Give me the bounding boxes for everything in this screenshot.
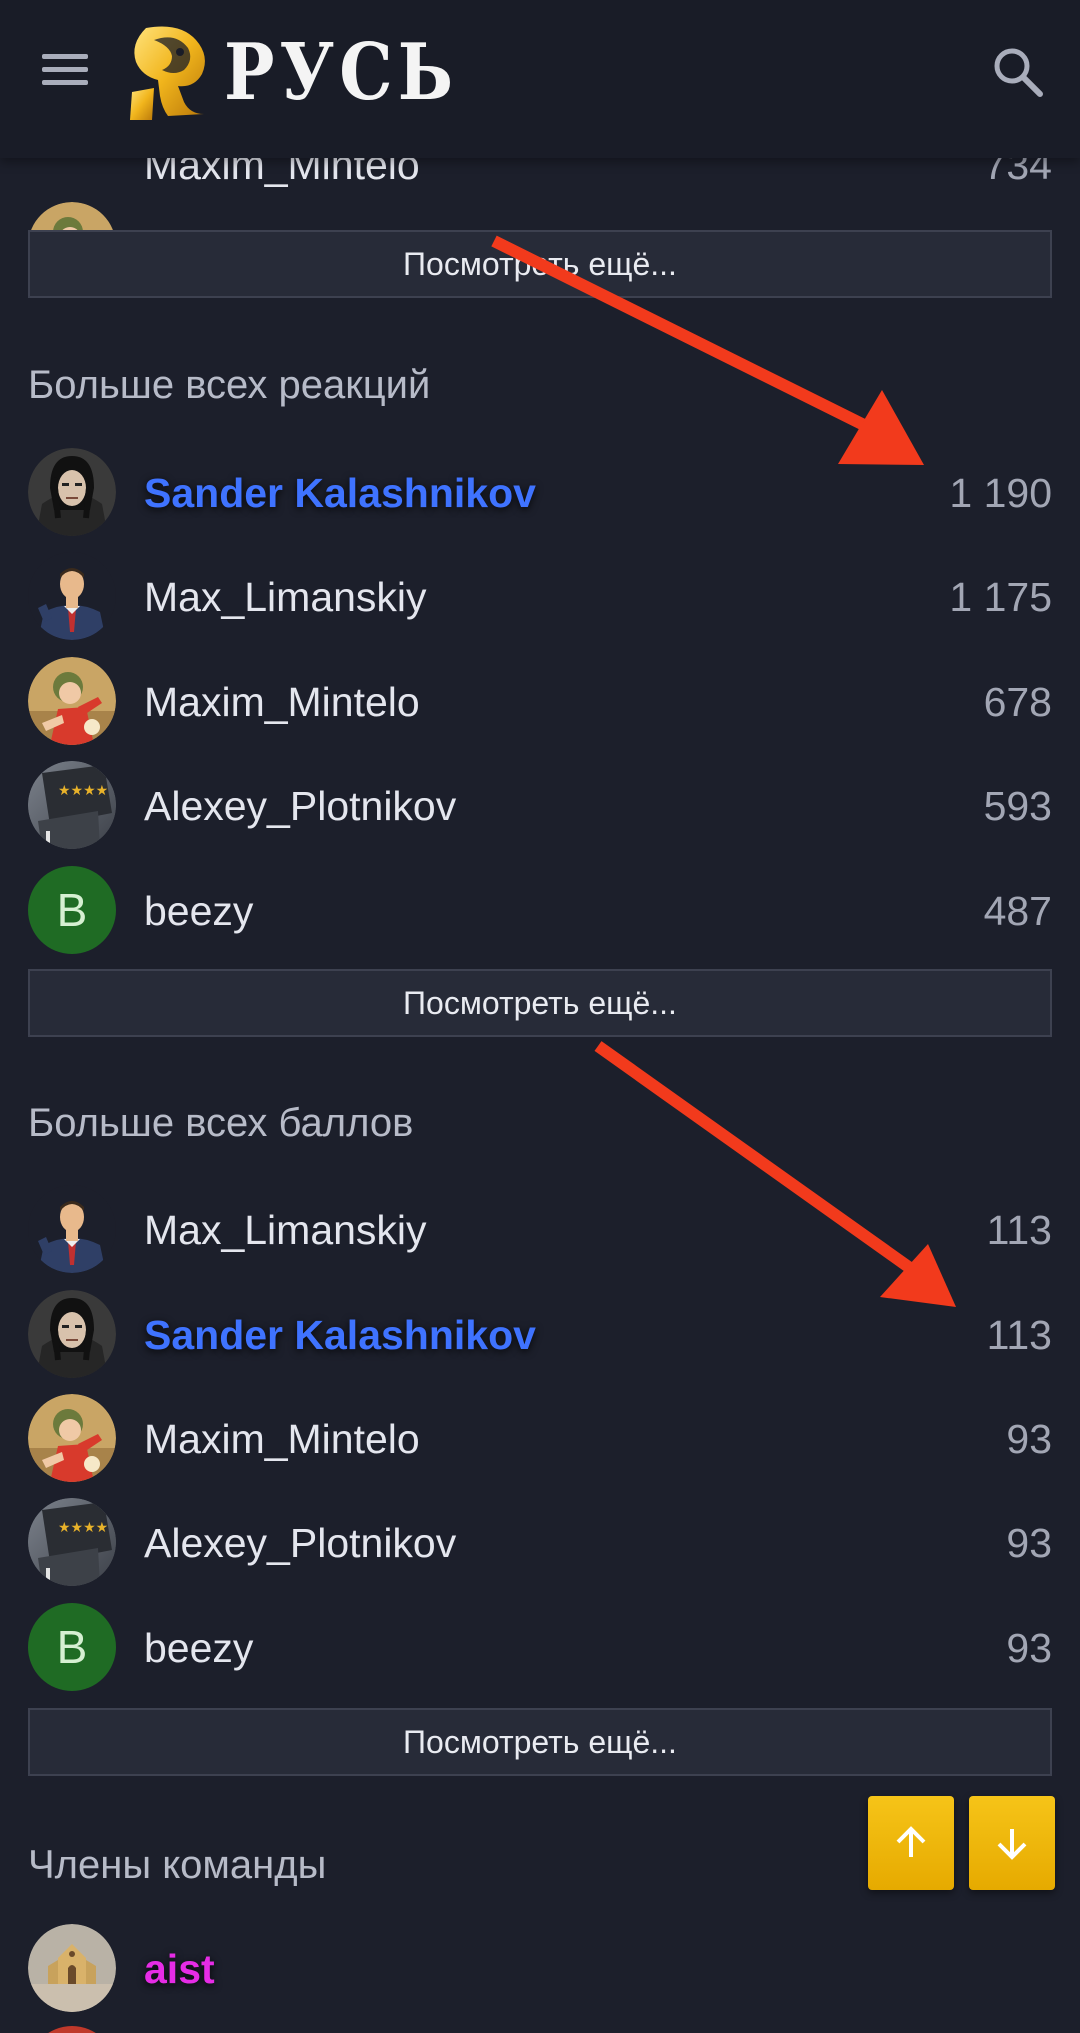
avatar[interactable] xyxy=(28,1498,116,1586)
member-count: 593 xyxy=(983,783,1052,829)
show-more-button[interactable]: Посмотреть ещё... xyxy=(28,230,1052,298)
show-more-button[interactable]: Посмотреть ещё... xyxy=(28,969,1052,1037)
member-name[interactable]: Max_Limanskiy xyxy=(144,1207,427,1253)
list-item: B beezy 93 xyxy=(28,1601,1052,1691)
member-count: 678 xyxy=(983,679,1052,725)
top-header: РУСЬ xyxy=(0,0,1080,158)
list-item: B beezy 487 xyxy=(28,864,1052,954)
show-more-button[interactable]: Посмотреть ещё... xyxy=(28,1708,1052,1776)
list-item: Max_Limanskiy 113 xyxy=(28,1183,1052,1273)
avatar xyxy=(28,2026,116,2033)
member-count: 1 190 xyxy=(949,470,1052,516)
member-name[interactable]: Sander Kalashnikov xyxy=(144,470,536,516)
arrow-down-icon xyxy=(997,1829,1027,1860)
avatar[interactable] xyxy=(28,1394,116,1482)
avatar[interactable] xyxy=(28,1924,116,2012)
avatar[interactable] xyxy=(28,761,116,849)
logo-text: РУСЬ xyxy=(224,27,459,118)
list-item: Alexey_Plotnikov 93 xyxy=(28,1496,1052,1586)
member-name[interactable]: Max_Limanskiy xyxy=(144,574,427,620)
arrow-up-icon xyxy=(896,1826,926,1857)
member-name[interactable]: aist xyxy=(144,1946,215,1992)
member-count: 487 xyxy=(983,888,1052,934)
logo-emblem-icon xyxy=(130,26,205,120)
avatar[interactable] xyxy=(28,657,116,745)
site-logo[interactable]: РУСЬ xyxy=(128,22,453,122)
member-name[interactable]: Alexey_Plotnikov xyxy=(144,1520,456,1566)
scroll-to-top-button[interactable] xyxy=(868,1796,954,1890)
member-count: 1 175 xyxy=(949,574,1052,620)
avatar[interactable] xyxy=(28,1290,116,1378)
section-title-points: Больше всех баллов xyxy=(28,1101,414,1145)
list-item: Sander Kalashnikov 113 xyxy=(28,1288,1052,1378)
member-count: 113 xyxy=(986,1312,1052,1358)
list-item: Max_Limanskiy 1 175 xyxy=(28,550,1052,640)
list-item: Maxim_Mintelo 678 xyxy=(28,655,1052,745)
member-count: 93 xyxy=(1006,1416,1052,1462)
members-content: Maxim_Mintelo 734 Посмотреть ещё... Боль… xyxy=(0,0,1080,2033)
hamburger-menu-icon[interactable] xyxy=(40,48,92,92)
list-item: Sander Kalashnikov 1 190 xyxy=(28,446,1052,536)
list-item: aist xyxy=(28,1922,1052,2012)
avatar[interactable] xyxy=(28,1185,116,1273)
list-item: Maxim_Mintelo 93 xyxy=(28,1392,1052,1482)
member-name[interactable]: beezy xyxy=(144,1625,253,1671)
member-name[interactable]: Maxim_Mintelo xyxy=(144,1416,420,1462)
member-name[interactable]: Alexey_Plotnikov xyxy=(144,783,456,829)
letter-avatar[interactable]: B xyxy=(28,1603,116,1691)
member-count: 93 xyxy=(1006,1625,1052,1671)
section-title-team: Члены команды xyxy=(28,1843,327,1887)
member-count: 93 xyxy=(1006,1520,1052,1566)
member-name[interactable]: Maxim_Mintelo xyxy=(144,679,420,725)
avatar[interactable] xyxy=(28,448,116,536)
list-item: Alexey_Plotnikov 593 xyxy=(28,759,1052,849)
member-name[interactable]: Sander Kalashnikov xyxy=(144,1312,536,1358)
member-name[interactable]: beezy xyxy=(144,888,253,934)
avatar[interactable] xyxy=(28,552,116,640)
scroll-to-bottom-button[interactable] xyxy=(969,1796,1055,1890)
member-count: 113 xyxy=(986,1207,1052,1253)
letter-avatar[interactable]: B xyxy=(28,866,116,954)
section-title-reactions: Больше всех реакций xyxy=(28,363,431,407)
search-icon[interactable] xyxy=(990,44,1046,100)
